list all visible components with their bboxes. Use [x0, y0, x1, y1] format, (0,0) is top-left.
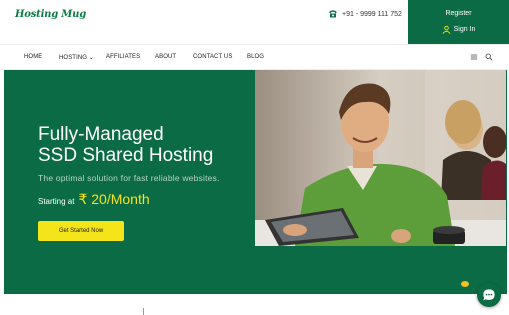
hero-subtitle: The optimal solution for fast reliable w… — [38, 173, 220, 183]
nav-item-hosting[interactable]: HOSTING ⌄ — [59, 54, 94, 61]
top-bar: Hosting Mug +91 - 9999 111 752 Register … — [0, 0, 509, 44]
hero-headline-line-1: Fully-Managed — [38, 124, 164, 145]
nav-item-affiliates[interactable]: AFFILIATES — [106, 54, 140, 60]
main-nav: HOME HOSTING ⌄ AFFILIATES ABOUT CONTACT … — [0, 44, 509, 70]
nav-item-about[interactable]: ABOUT — [155, 54, 176, 60]
phone-icon — [329, 10, 337, 18]
price-prefix: Starting at — [38, 197, 75, 206]
hero-headline-line-2: SSD Shared Hosting — [38, 145, 214, 166]
content-section — [0, 294, 509, 315]
get-started-button[interactable]: Get Started Now — [38, 221, 124, 241]
price-value: ₹ 20/Month — [78, 191, 150, 207]
signin-label: Sign In — [453, 26, 476, 33]
nav-item-home[interactable]: HOME — [24, 54, 42, 60]
account-panel: Register Sign In — [408, 0, 509, 44]
phone-number: +91 - 9999 111 752 — [342, 10, 402, 18]
user-icon — [442, 25, 451, 34]
price-row: Starting at ₹ 20/Month — [38, 191, 150, 208]
chat-bubble-icon — [483, 289, 495, 301]
divider — [143, 308, 144, 315]
waving-hand-icon — [461, 281, 469, 287]
nav-item-contact-us[interactable]: CONTACT US — [193, 54, 232, 60]
nav-icons — [470, 53, 493, 61]
signin-link[interactable]: Sign In — [408, 25, 509, 34]
menu-icon[interactable] — [470, 53, 478, 61]
nav-item-blog[interactable]: BLOG — [247, 54, 264, 60]
search-icon[interactable] — [485, 53, 493, 61]
logo-text: Hosting Mug — [15, 9, 87, 20]
register-link[interactable]: Register — [408, 10, 509, 17]
hero-photo — [255, 70, 506, 246]
logo[interactable]: Hosting Mug — [15, 9, 86, 20]
chat-button[interactable] — [477, 283, 501, 307]
hero-headline: Fully-Managed SSD Shared Hosting — [38, 124, 213, 166]
phone-contact[interactable]: +91 - 9999 111 752 — [328, 9, 402, 19]
man-with-tablet-photo — [255, 70, 506, 246]
